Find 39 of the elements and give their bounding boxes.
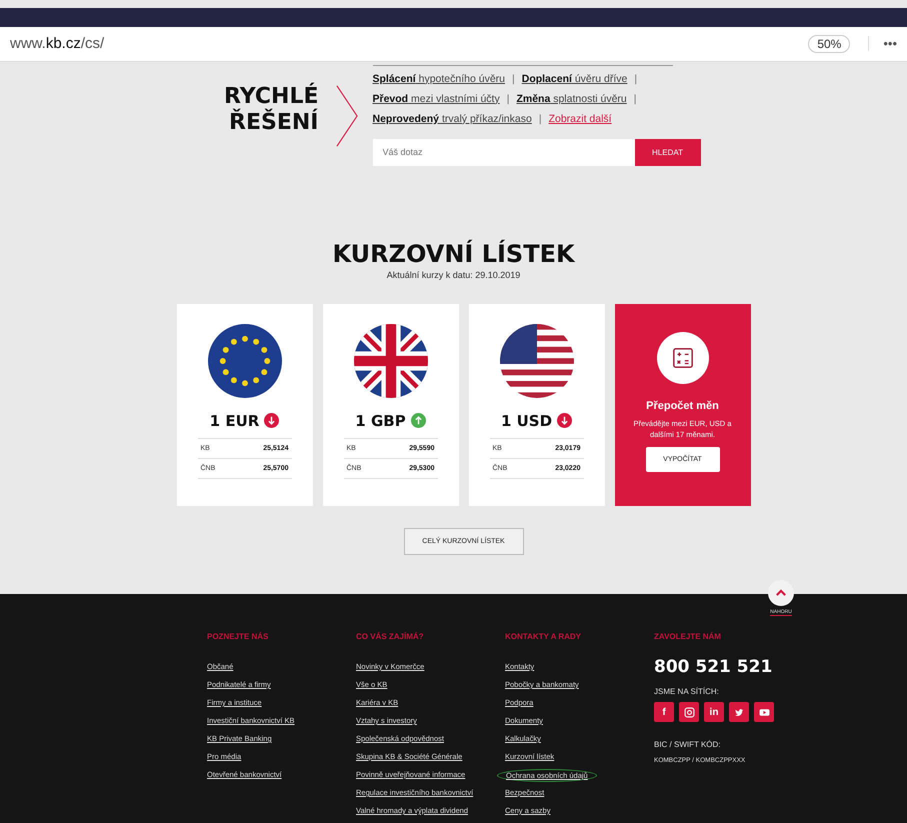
social-button[interactable]: f <box>654 702 674 722</box>
converter-title: Přepočet měn <box>646 400 719 412</box>
phone-number[interactable]: 800 521 521 <box>654 657 803 677</box>
quick-link[interactable]: Doplacení úvěru dříve <box>522 72 628 85</box>
zoom-badge[interactable]: 50% <box>808 34 850 53</box>
more-link[interactable]: Zobrazit další <box>548 112 612 125</box>
url-text: www.kb.cz/cs/ <box>10 35 106 52</box>
currency-label: 1 USD <box>500 412 552 430</box>
section-title: RYCHLÉ <box>224 84 318 109</box>
separator: | <box>538 112 542 125</box>
social-button[interactable]: in <box>704 702 724 722</box>
menu-button[interactable]: ••• <box>868 36 897 52</box>
quick-link[interactable]: Splácení hypotečního úvěru <box>372 72 505 85</box>
footer-heading: POZNEJTE NÁS <box>207 632 270 643</box>
social-heading: JSME NA SÍTÍCH: <box>654 687 720 696</box>
search-field[interactable]: Váš dotaz <box>372 138 634 166</box>
currency-label: 1 GBP <box>355 412 406 430</box>
footer-heading: KONTAKTY A RADY <box>505 632 582 643</box>
section-title: ŘEŠENÍ <box>229 110 318 136</box>
us-flag-icon <box>500 324 574 398</box>
chevron-icon <box>334 84 358 148</box>
quick-link[interactable]: Neprovedený trvalý příkaz/inkaso <box>372 112 532 125</box>
address-bar[interactable]: www.kb.cz/cs/ 50% ••• <box>0 26 907 62</box>
section-title: KURZOVNÍ LÍSTEK <box>332 240 575 268</box>
date-text: Aktuální kurzy k datu: 29.10.2019 <box>386 270 520 280</box>
footer-heading: ZAVOLEJTE NÁM <box>654 632 722 643</box>
separator: | <box>634 72 638 85</box>
separator: | <box>634 92 636 105</box>
quick-link[interactable]: Převod mezi vlastními účty <box>372 92 500 105</box>
footer-heading: CO VÁS ZAJÍMÁ? <box>356 632 425 643</box>
instagram-icon[interactable] <box>679 702 699 722</box>
quick-link[interactable]: Změna splatnosti úvěru <box>516 92 627 105</box>
separator: | <box>512 72 515 85</box>
bic-heading: BIC / SWIFT KÓD: <box>654 740 722 749</box>
separator: | <box>506 92 510 105</box>
play-icon[interactable] <box>754 702 774 722</box>
bird-icon[interactable] <box>729 702 749 722</box>
currency-label: 1 EUR <box>210 412 260 430</box>
search-button[interactable]: HLEDAT <box>634 138 700 166</box>
